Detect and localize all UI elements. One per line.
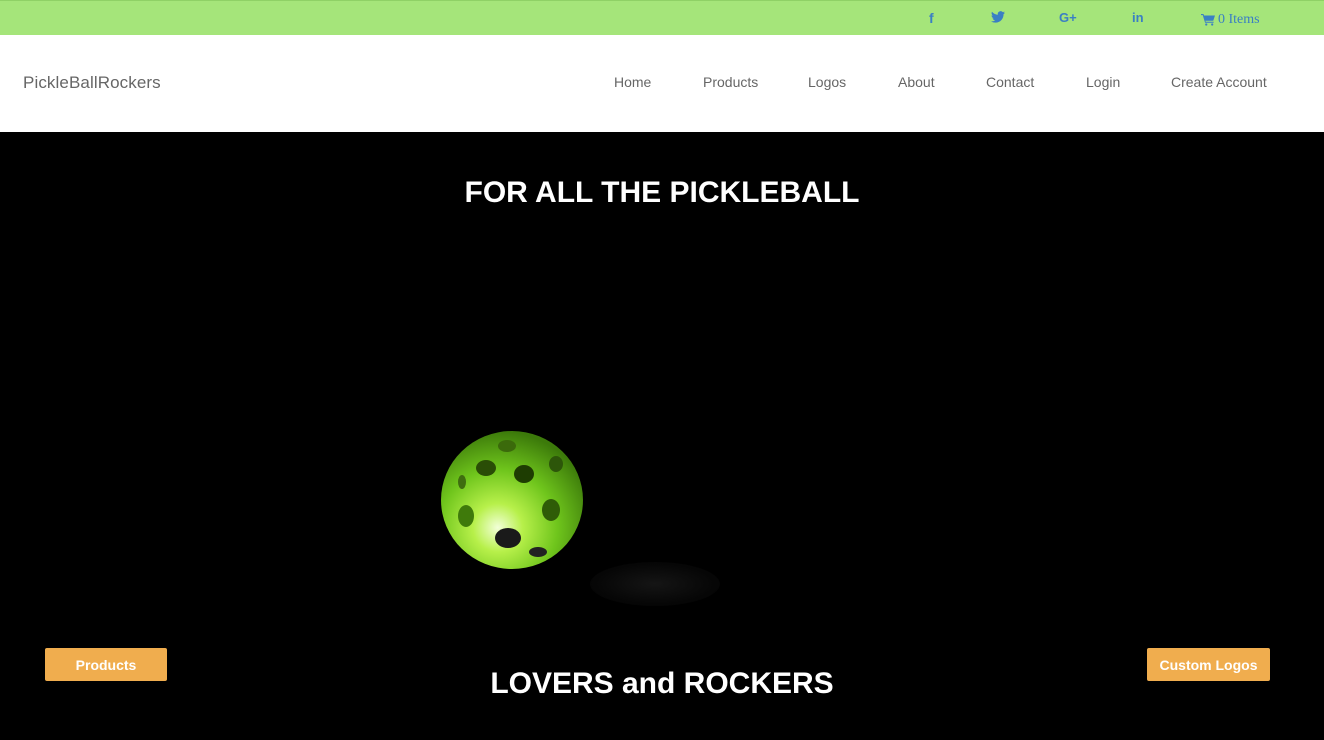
- linkedin-icon[interactable]: in: [1132, 10, 1144, 26]
- top-social-bar: f G+ in 0 Items: [0, 0, 1324, 35]
- nav-about[interactable]: About: [898, 74, 935, 90]
- ball-shadow: [590, 562, 720, 606]
- pickleball-image: [441, 431, 583, 569]
- twitter-bird-glyph: [991, 11, 1005, 23]
- hero-title-top: FOR ALL THE PICKLEBALL: [464, 176, 860, 209]
- cart-link[interactable]: 0 Items: [1201, 12, 1260, 28]
- google-plus-icon[interactable]: G+: [1059, 10, 1077, 26]
- facebook-icon[interactable]: f: [929, 10, 934, 26]
- site-header: PickleBallRockers Home Products Logos Ab…: [0, 35, 1324, 132]
- cart-count-label: 0 Items: [1218, 12, 1260, 27]
- nav-logos[interactable]: Logos: [808, 74, 846, 90]
- nav-products[interactable]: Products: [703, 74, 758, 90]
- nav-home[interactable]: Home: [614, 74, 651, 90]
- brand-logo-text[interactable]: PickleBallRockers: [23, 73, 161, 93]
- shopping-cart-icon: [1201, 14, 1215, 26]
- twitter-icon[interactable]: [991, 10, 1005, 26]
- hero-section: FOR ALL THE PICKLEBALL Products Custom L…: [0, 132, 1324, 740]
- nav-login[interactable]: Login: [1086, 74, 1120, 90]
- hero-title-bottom: LOVERS and ROCKERS: [490, 667, 834, 700]
- nav-contact[interactable]: Contact: [986, 74, 1034, 90]
- nav-create-account[interactable]: Create Account: [1171, 74, 1267, 90]
